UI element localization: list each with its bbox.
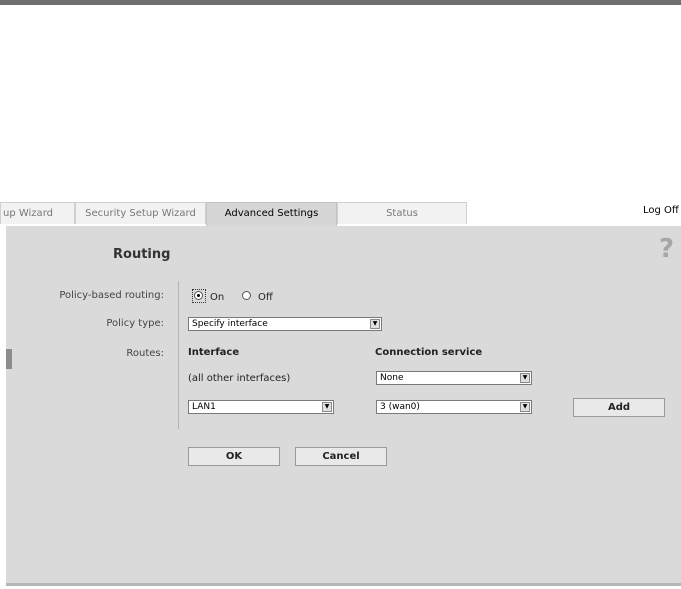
chevron-down-icon: ▼ [520, 402, 530, 412]
cancel-button[interactable]: Cancel [295, 447, 387, 466]
chevron-down-icon: ▼ [370, 319, 380, 329]
page-title: Routing [113, 247, 171, 262]
connection-service-select[interactable]: 3 (wan0) ▼ [376, 400, 532, 414]
chevron-down-icon: ▼ [322, 402, 332, 412]
radio-off[interactable] [242, 291, 251, 300]
tab-setup-wizard[interactable]: up Wizard [0, 202, 75, 224]
logoff-link[interactable]: Log Off [643, 205, 679, 216]
radio-on[interactable] [194, 291, 203, 300]
interface-select[interactable]: LAN1 ▼ [188, 400, 334, 414]
interface-value: LAN1 [192, 402, 216, 412]
policy-type-value: Specify interface [192, 319, 268, 329]
other-connection-select[interactable]: None ▼ [376, 371, 532, 385]
chevron-down-icon: ▼ [520, 373, 530, 383]
interface-header: Interface [188, 347, 240, 358]
policy-type-label: Policy type: [106, 318, 164, 329]
radio-on-label: On [210, 292, 225, 303]
ok-button[interactable]: OK [188, 447, 280, 466]
other-connection-value: None [380, 373, 404, 383]
tab-status[interactable]: Status [337, 202, 467, 224]
top-divider [0, 0, 681, 5]
help-icon[interactable]: ? [659, 234, 674, 264]
routes-label: Routes: [126, 348, 164, 359]
bottom-divider [6, 583, 681, 586]
other-interfaces-text: (all other interfaces) [188, 373, 291, 384]
tab-advanced-settings[interactable]: Advanced Settings [206, 202, 337, 227]
connection-service-value: 3 (wan0) [380, 402, 420, 412]
radio-off-label: Off [258, 292, 273, 303]
policy-routing-label: Policy-based routing: [59, 290, 164, 301]
connection-service-header: Connection service [375, 347, 483, 358]
sidebar-collapse-handle[interactable] [6, 349, 12, 369]
tab-security-setup-wizard[interactable]: Security Setup Wizard [75, 202, 206, 224]
policy-type-select[interactable]: Specify interface ▼ [188, 317, 382, 331]
add-button[interactable]: Add [573, 398, 665, 417]
form-divider [178, 281, 179, 429]
